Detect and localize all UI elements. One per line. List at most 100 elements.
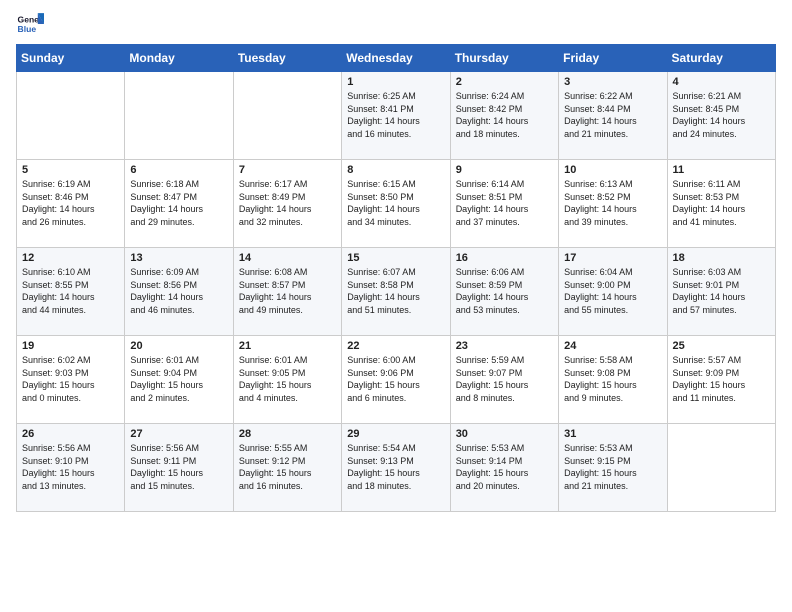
- day-cell: 1 Sunrise: 6:25 AM Sunset: 8:41 PM Daylig…: [342, 72, 450, 160]
- day-number: 21: [239, 340, 336, 352]
- day-content: Sunrise: 6:25 AM Sunset: 8:41 PM Dayligh…: [347, 90, 444, 140]
- day-cell: 3 Sunrise: 6:22 AM Sunset: 8:44 PM Daylig…: [559, 72, 667, 160]
- day-content: Sunrise: 5:55 AM Sunset: 9:12 PM Dayligh…: [239, 442, 336, 492]
- day-content: Sunrise: 5:58 AM Sunset: 9:08 PM Dayligh…: [564, 354, 661, 404]
- day-number: 7: [239, 164, 336, 176]
- day-content: Sunrise: 6:22 AM Sunset: 8:44 PM Dayligh…: [564, 90, 661, 140]
- day-cell: 26 Sunrise: 5:56 AM Sunset: 9:10 PM Dayli…: [17, 424, 125, 512]
- week-row-4: 19Sunrise: 6:02 AM Sunset: 9:03 PM Dayli…: [17, 336, 776, 424]
- day-cell: 8Sunrise: 6:15 AM Sunset: 8:50 PM Daylig…: [342, 160, 450, 248]
- day-cell: [17, 72, 125, 160]
- day-number: 13: [130, 252, 227, 264]
- day-cell: 29 Sunrise: 5:54 AM Sunset: 9:13 PM Dayli…: [342, 424, 450, 512]
- day-number: 12: [22, 252, 119, 264]
- day-content: Sunrise: 5:56 AM Sunset: 9:11 PM Dayligh…: [130, 442, 227, 492]
- day-number: 18: [673, 252, 770, 264]
- day-number: 27: [130, 428, 227, 440]
- day-content: Sunrise: 6:01 AM Sunset: 9:04 PM Dayligh…: [130, 354, 227, 404]
- day-number: 3: [564, 76, 661, 88]
- calendar-table: SundayMondayTuesdayWednesdayThursdayFrid…: [16, 44, 776, 512]
- day-number: 20: [130, 340, 227, 352]
- day-number: 10: [564, 164, 661, 176]
- day-number: 4: [673, 76, 770, 88]
- day-cell: 22 Sunrise: 6:00 AM Sunset: 9:06 PM Dayli…: [342, 336, 450, 424]
- day-cell: 25 Sunrise: 5:57 AM Sunset: 9:09 PM Dayli…: [667, 336, 775, 424]
- week-row-3: 12 Sunrise: 6:10 AM Sunset: 8:55 PM Dayli…: [17, 248, 776, 336]
- day-cell: 28Sunrise: 5:55 AM Sunset: 9:12 PM Dayli…: [233, 424, 341, 512]
- day-cell: 9 Sunrise: 6:14 AM Sunset: 8:51 PM Daylig…: [450, 160, 558, 248]
- day-content: Sunrise: 6:10 AM Sunset: 8:55 PM Dayligh…: [22, 266, 119, 316]
- day-number: 16: [456, 252, 553, 264]
- day-content: Sunrise: 6:19 AM Sunset: 8:46 PM Dayligh…: [22, 178, 119, 228]
- day-content: Sunrise: 6:09 AM Sunset: 8:56 PM Dayligh…: [130, 266, 227, 316]
- day-content: Sunrise: 5:59 AM Sunset: 9:07 PM Dayligh…: [456, 354, 553, 404]
- day-content: Sunrise: 5:54 AM Sunset: 9:13 PM Dayligh…: [347, 442, 444, 492]
- col-header-friday: Friday: [559, 45, 667, 72]
- day-content: Sunrise: 6:21 AM Sunset: 8:45 PM Dayligh…: [673, 90, 770, 140]
- day-content: Sunrise: 5:57 AM Sunset: 9:09 PM Dayligh…: [673, 354, 770, 404]
- day-number: 22: [347, 340, 444, 352]
- day-number: 11: [673, 164, 770, 176]
- day-cell: 20 Sunrise: 6:01 AM Sunset: 9:04 PM Dayli…: [125, 336, 233, 424]
- day-content: Sunrise: 6:01 AM Sunset: 9:05 PM Dayligh…: [239, 354, 336, 404]
- day-content: Sunrise: 6:00 AM Sunset: 9:06 PM Dayligh…: [347, 354, 444, 404]
- day-cell: [233, 72, 341, 160]
- day-cell: 14 Sunrise: 6:08 AM Sunset: 8:57 PM Dayli…: [233, 248, 341, 336]
- svg-text:Blue: Blue: [18, 24, 37, 34]
- day-number: 31: [564, 428, 661, 440]
- day-number: 23: [456, 340, 553, 352]
- day-cell: 15Sunrise: 6:07 AM Sunset: 8:58 PM Dayli…: [342, 248, 450, 336]
- col-header-sunday: Sunday: [17, 45, 125, 72]
- col-header-wednesday: Wednesday: [342, 45, 450, 72]
- col-header-thursday: Thursday: [450, 45, 558, 72]
- day-cell: [125, 72, 233, 160]
- day-cell: 2 Sunrise: 6:24 AM Sunset: 8:42 PM Daylig…: [450, 72, 558, 160]
- day-content: Sunrise: 6:04 AM Sunset: 9:00 PM Dayligh…: [564, 266, 661, 316]
- day-content: Sunrise: 6:08 AM Sunset: 8:57 PM Dayligh…: [239, 266, 336, 316]
- header: General Blue: [16, 10, 776, 38]
- day-cell: 6Sunrise: 6:18 AM Sunset: 8:47 PM Daylig…: [125, 160, 233, 248]
- day-cell: 31Sunrise: 5:53 AM Sunset: 9:15 PM Dayli…: [559, 424, 667, 512]
- page: General Blue SundayMondayTuesdayWednesda…: [0, 0, 792, 612]
- day-cell: 10Sunrise: 6:13 AM Sunset: 8:52 PM Dayli…: [559, 160, 667, 248]
- header-row: SundayMondayTuesdayWednesdayThursdayFrid…: [17, 45, 776, 72]
- day-cell: 17 Sunrise: 6:04 AM Sunset: 9:00 PM Dayli…: [559, 248, 667, 336]
- day-content: Sunrise: 6:15 AM Sunset: 8:50 PM Dayligh…: [347, 178, 444, 228]
- day-content: Sunrise: 6:14 AM Sunset: 8:51 PM Dayligh…: [456, 178, 553, 228]
- day-content: Sunrise: 6:06 AM Sunset: 8:59 PM Dayligh…: [456, 266, 553, 316]
- col-header-tuesday: Tuesday: [233, 45, 341, 72]
- day-cell: 23 Sunrise: 5:59 AM Sunset: 9:07 PM Dayli…: [450, 336, 558, 424]
- day-cell: 4 Sunrise: 6:21 AM Sunset: 8:45 PM Daylig…: [667, 72, 775, 160]
- day-number: 9: [456, 164, 553, 176]
- day-cell: 13 Sunrise: 6:09 AM Sunset: 8:56 PM Dayli…: [125, 248, 233, 336]
- logo-icon: General Blue: [16, 10, 44, 38]
- day-number: 1: [347, 76, 444, 88]
- day-cell: [667, 424, 775, 512]
- day-number: 24: [564, 340, 661, 352]
- day-cell: 12 Sunrise: 6:10 AM Sunset: 8:55 PM Dayli…: [17, 248, 125, 336]
- day-cell: 5 Sunrise: 6:19 AM Sunset: 8:46 PM Daylig…: [17, 160, 125, 248]
- week-row-2: 5 Sunrise: 6:19 AM Sunset: 8:46 PM Daylig…: [17, 160, 776, 248]
- day-content: Sunrise: 5:56 AM Sunset: 9:10 PM Dayligh…: [22, 442, 119, 492]
- day-number: 25: [673, 340, 770, 352]
- day-content: Sunrise: 6:24 AM Sunset: 8:42 PM Dayligh…: [456, 90, 553, 140]
- day-cell: 19Sunrise: 6:02 AM Sunset: 9:03 PM Dayli…: [17, 336, 125, 424]
- logo: General Blue: [16, 10, 46, 38]
- col-header-monday: Monday: [125, 45, 233, 72]
- day-number: 30: [456, 428, 553, 440]
- day-number: 2: [456, 76, 553, 88]
- day-cell: 16 Sunrise: 6:06 AM Sunset: 8:59 PM Dayli…: [450, 248, 558, 336]
- day-number: 29: [347, 428, 444, 440]
- day-number: 26: [22, 428, 119, 440]
- day-content: Sunrise: 5:53 AM Sunset: 9:14 PM Dayligh…: [456, 442, 553, 492]
- week-row-5: 26 Sunrise: 5:56 AM Sunset: 9:10 PM Dayli…: [17, 424, 776, 512]
- day-cell: 24 Sunrise: 5:58 AM Sunset: 9:08 PM Dayli…: [559, 336, 667, 424]
- day-content: Sunrise: 6:18 AM Sunset: 8:47 PM Dayligh…: [130, 178, 227, 228]
- day-number: 17: [564, 252, 661, 264]
- day-cell: 7Sunrise: 6:17 AM Sunset: 8:49 PM Daylig…: [233, 160, 341, 248]
- day-number: 14: [239, 252, 336, 264]
- day-content: Sunrise: 6:03 AM Sunset: 9:01 PM Dayligh…: [673, 266, 770, 316]
- day-cell: 30 Sunrise: 5:53 AM Sunset: 9:14 PM Dayli…: [450, 424, 558, 512]
- day-number: 5: [22, 164, 119, 176]
- day-number: 15: [347, 252, 444, 264]
